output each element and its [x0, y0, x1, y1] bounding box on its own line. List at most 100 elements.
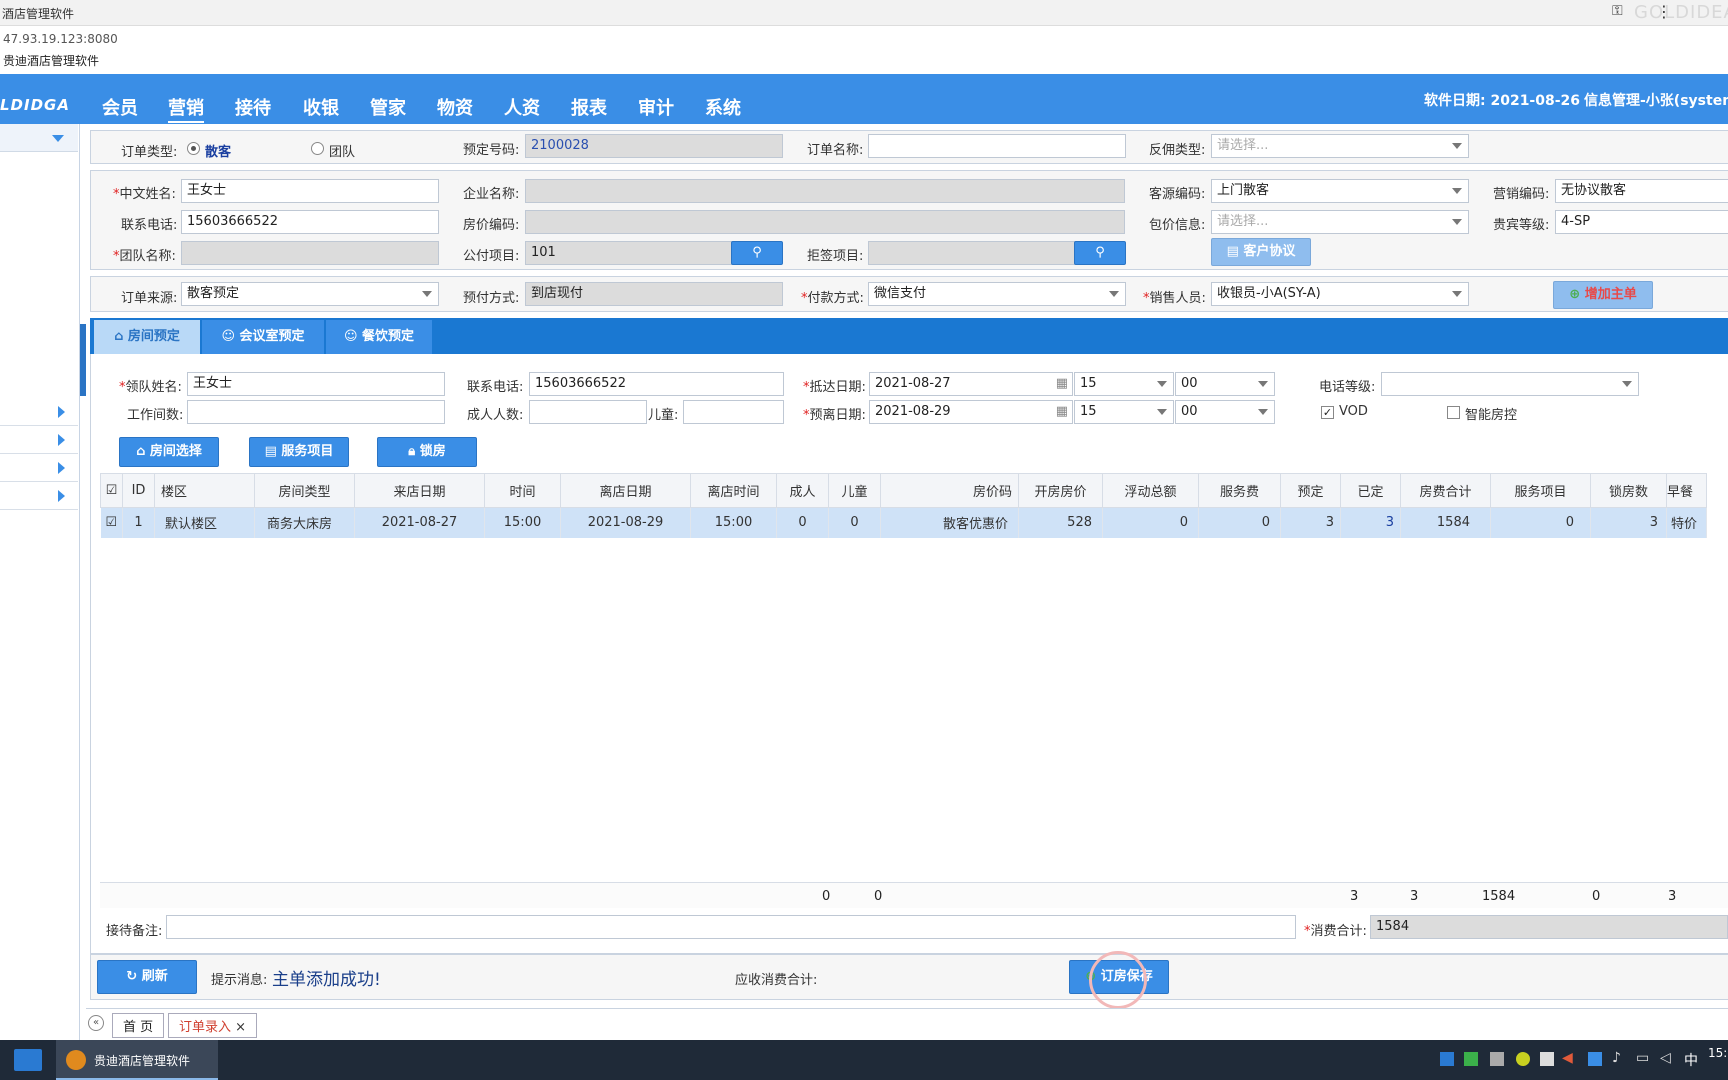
- col-confirmed[interactable]: 已定: [1340, 473, 1401, 508]
- rate-code-field[interactable]: [525, 210, 1125, 234]
- group-name-field[interactable]: [181, 241, 439, 265]
- commission-type-select[interactable]: 请选择...: [1211, 134, 1469, 158]
- col-arrive-date[interactable]: 来店日期: [354, 473, 485, 508]
- order-name-field[interactable]: [868, 134, 1126, 158]
- table-row[interactable]: ☑ 1 默认楼区 商务大床房 2021-08-27 15:00 2021-08-…: [100, 507, 1707, 538]
- keyboard-icon[interactable]: [1490, 1052, 1504, 1066]
- depart-minute-select[interactable]: 00: [1175, 400, 1275, 424]
- start-icon[interactable]: [14, 1049, 42, 1071]
- sidebar-item[interactable]: [0, 398, 78, 426]
- network-icon[interactable]: ▭: [1636, 1050, 1649, 1066]
- nav-item-audit[interactable]: 审计: [638, 94, 674, 120]
- customer-agreement-button[interactable]: ▤ 客户协议: [1211, 238, 1311, 266]
- sidebar-item[interactable]: [0, 426, 78, 454]
- sidebar-collapse-handle[interactable]: [80, 324, 86, 396]
- arrive-hour-select[interactable]: 15: [1074, 372, 1174, 396]
- col-breakfast[interactable]: 早餐: [1666, 473, 1707, 508]
- consume-total-field[interactable]: 1584: [1370, 915, 1728, 939]
- refresh-button[interactable]: ↻ 刷新: [97, 960, 197, 994]
- nav-item-marketing[interactable]: 营销: [168, 94, 204, 123]
- col-locked[interactable]: 锁房数: [1590, 473, 1667, 508]
- menu-dots-icon[interactable]: ⋮: [1656, 2, 1672, 21]
- row-checkbox[interactable]: ☑: [100, 507, 123, 538]
- prepay-field[interactable]: 到店现付: [525, 282, 783, 306]
- col-service-fee[interactable]: 服务费: [1198, 473, 1281, 508]
- nav-item-cashier[interactable]: 收银: [303, 94, 339, 120]
- col-arrive-time[interactable]: 时间: [484, 473, 561, 508]
- radio-group[interactable]: [311, 142, 324, 155]
- col-float-total[interactable]: 浮动总额: [1102, 473, 1199, 508]
- nav-item-materials[interactable]: 物资: [437, 94, 473, 120]
- chevron-down-icon[interactable]: [52, 135, 64, 142]
- radio-group-label[interactable]: 团队: [329, 141, 355, 160]
- col-booked[interactable]: 预定: [1280, 473, 1341, 508]
- tray-icon[interactable]: [1540, 1052, 1554, 1066]
- room-phone-field[interactable]: 15603666522: [529, 372, 784, 396]
- phone-field[interactable]: 15603666522: [181, 210, 439, 234]
- adults-field[interactable]: [529, 400, 647, 424]
- nav-item-housekeeping[interactable]: 管家: [370, 94, 406, 120]
- marketing-code-select[interactable]: 无协议散客: [1555, 179, 1728, 203]
- radio-individual-label[interactable]: 散客: [205, 141, 231, 160]
- col-room-total[interactable]: 房费合计: [1400, 473, 1491, 508]
- smart-room-checkbox[interactable]: [1447, 406, 1460, 419]
- leader-name-field[interactable]: 王女士: [187, 372, 445, 396]
- select-all-checkbox[interactable]: ☑: [100, 473, 123, 508]
- tab-dining-booking[interactable]: ☺ 餐饮预定: [326, 320, 432, 354]
- key-icon[interactable]: ⚿: [1612, 3, 1623, 19]
- url-text[interactable]: 47.93.19.123:8080: [3, 32, 118, 46]
- add-main-order-button[interactable]: ⊕ 增加主单: [1553, 281, 1653, 309]
- speaker-icon[interactable]: ◀: [1562, 1050, 1573, 1066]
- nav-item-reports[interactable]: 报表: [571, 94, 607, 120]
- ime-indicator[interactable]: 中: [1684, 1050, 1698, 1070]
- close-icon[interactable]: ×: [231, 1020, 246, 1035]
- public-item-field[interactable]: 101: [525, 241, 733, 265]
- workroom-field[interactable]: [187, 400, 445, 424]
- microphone-icon[interactable]: ♪: [1612, 1050, 1621, 1066]
- tab-home[interactable]: 首 页: [112, 1013, 165, 1038]
- search-public-button[interactable]: ⚲: [731, 241, 783, 265]
- col-children[interactable]: 儿童: [828, 473, 881, 508]
- col-room-type[interactable]: 房间类型: [254, 473, 355, 508]
- calendar-icon[interactable]: ▦: [1056, 373, 1068, 395]
- vip-level-select[interactable]: 4-SP: [1555, 210, 1728, 234]
- tray-icon[interactable]: [1464, 1052, 1478, 1066]
- company-field[interactable]: [525, 179, 1125, 203]
- double-chevron-left-icon[interactable]: «: [88, 1015, 104, 1031]
- package-select[interactable]: 请选择...: [1211, 210, 1469, 234]
- tab-order-entry[interactable]: 订单录入 ×: [168, 1013, 258, 1038]
- radio-individual[interactable]: [187, 142, 200, 155]
- col-rate-code[interactable]: 房价码: [880, 473, 1019, 508]
- nav-item-reception[interactable]: 接待: [235, 94, 271, 120]
- calendar-icon[interactable]: ▦: [1056, 401, 1068, 423]
- volume-icon[interactable]: ◁: [1660, 1050, 1671, 1066]
- source-code-select[interactable]: 上门散客: [1211, 179, 1469, 203]
- nav-item-system[interactable]: 系统: [705, 94, 741, 120]
- nav-item-hr[interactable]: 人资: [504, 94, 540, 120]
- sidebar-item[interactable]: [0, 482, 78, 510]
- tray-icon[interactable]: [1588, 1052, 1602, 1066]
- clock[interactable]: 15:: [1708, 1046, 1727, 1060]
- tray-icon[interactable]: [1440, 1052, 1454, 1066]
- nav-item-member[interactable]: 会员: [102, 94, 138, 120]
- tab-meeting-booking[interactable]: ☺ 会议室预定: [202, 320, 324, 354]
- sidebar-header[interactable]: [0, 124, 78, 152]
- depart-hour-select[interactable]: 15: [1074, 400, 1174, 424]
- vod-checkbox[interactable]: ✓: [1321, 406, 1334, 419]
- col-room-price[interactable]: 开房房价: [1018, 473, 1103, 508]
- taskbar-app-item[interactable]: 贵迪酒店管理软件: [56, 1040, 218, 1080]
- lock-room-button[interactable]: 🔒︎ 锁房: [377, 437, 477, 467]
- sales-select[interactable]: 收银员-小A(SY-A): [1211, 282, 1469, 306]
- service-items-button[interactable]: ▤ 服务项目: [249, 437, 349, 467]
- col-depart-time[interactable]: 离店时间: [690, 473, 777, 508]
- col-building[interactable]: 楼区: [154, 473, 255, 508]
- tab-room-booking[interactable]: ⌂ 房间预定: [94, 320, 200, 354]
- arrive-minute-select[interactable]: 00: [1175, 372, 1275, 396]
- children-field[interactable]: [683, 400, 784, 424]
- cn-name-field[interactable]: 王女士: [181, 179, 439, 203]
- arrive-date-field[interactable]: 2021-08-27 ▦: [869, 372, 1073, 396]
- sidebar-item[interactable]: [0, 454, 78, 482]
- tray-icon[interactable]: [1516, 1052, 1530, 1066]
- pay-method-select[interactable]: 微信支付: [868, 282, 1126, 306]
- col-adults[interactable]: 成人: [776, 473, 829, 508]
